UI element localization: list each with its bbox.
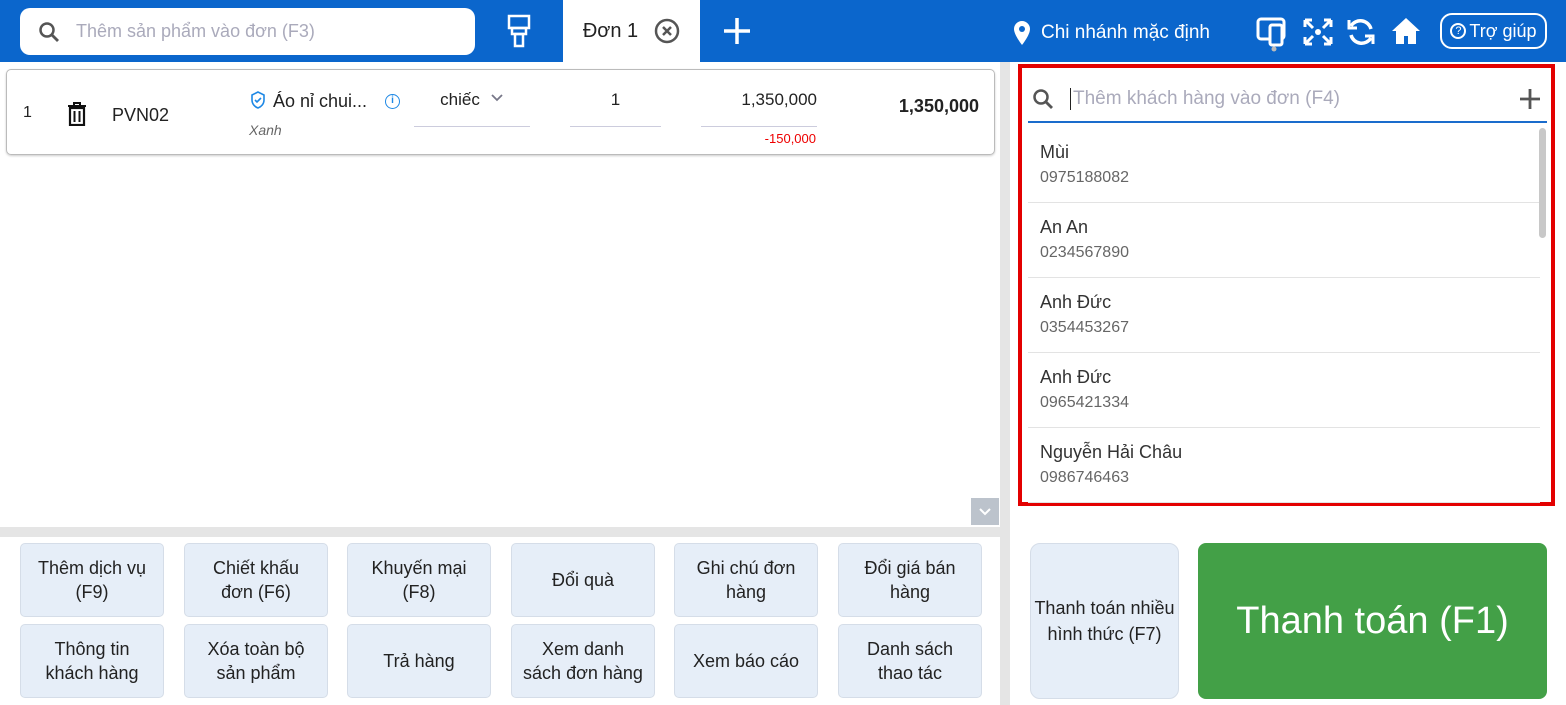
branch-selector[interactable]: Chi nhánh mặc định bbox=[1041, 22, 1210, 44]
section-divider bbox=[0, 527, 1000, 537]
search-icon bbox=[39, 21, 59, 42]
customer-list-item[interactable]: Anh Đức 0965421334 bbox=[1028, 353, 1540, 428]
customer-name: Anh Đức bbox=[1040, 367, 1112, 387]
customer-list-item[interactable]: An An 0234567890 bbox=[1028, 203, 1540, 278]
customer-list-item[interactable]: Anh Đức 0354453267 bbox=[1028, 278, 1540, 353]
action-button[interactable]: Khuyến mại (F8) bbox=[347, 543, 491, 617]
customer-phone: 0234567890 bbox=[1040, 244, 1129, 261]
action-button[interactable]: Xóa toàn bộ sản phẩm bbox=[184, 624, 328, 698]
refresh-icon[interactable] bbox=[1346, 17, 1376, 47]
price-input[interactable]: 1,350,000 bbox=[701, 90, 817, 127]
customer-name: Nguyễn Hải Châu bbox=[1040, 442, 1183, 462]
line-total: 1,350,000 bbox=[898, 96, 979, 116]
discount-amount: -150,000 bbox=[764, 131, 816, 146]
panel-divider[interactable] bbox=[1000, 62, 1010, 705]
action-button[interactable]: Xem danh sách đơn hàng bbox=[511, 624, 655, 698]
device-icon[interactable] bbox=[1256, 16, 1288, 52]
product-name[interactable]: Áo nỉ chui... bbox=[273, 91, 367, 112]
customer-name: An An bbox=[1040, 217, 1089, 237]
quantity-input[interactable]: 1 bbox=[570, 90, 661, 127]
info-icon[interactable]: i bbox=[385, 94, 400, 109]
search-icon bbox=[1033, 88, 1053, 109]
close-tab-icon[interactable] bbox=[654, 18, 680, 44]
product-search-input[interactable]: Thêm sản phẩm vào đơn (F3) bbox=[20, 8, 475, 55]
action-button[interactable]: Thông tin khách hàng bbox=[20, 624, 164, 698]
action-button[interactable]: Đổi quà bbox=[511, 543, 655, 617]
pay-button[interactable]: Thanh toán (F1) bbox=[1198, 543, 1547, 699]
add-customer-icon[interactable] bbox=[1519, 88, 1541, 110]
scrollbar[interactable] bbox=[1539, 128, 1546, 238]
action-button[interactable]: Chiết khấu đơn (F6) bbox=[184, 543, 328, 617]
location-icon bbox=[1014, 21, 1030, 45]
action-button[interactable]: Danh sách thao tác bbox=[838, 624, 982, 698]
chevron-down-icon bbox=[979, 507, 991, 515]
customer-list-item[interactable]: Mùi 0975188082 bbox=[1028, 128, 1540, 203]
action-button[interactable]: Thêm dịch vụ (F9) bbox=[20, 543, 164, 617]
action-button[interactable]: Xem báo cáo bbox=[674, 624, 818, 698]
chevron-down-icon bbox=[491, 94, 503, 102]
customer-list-item[interactable]: Nguyễn Hải Châu 0986746463 bbox=[1028, 428, 1540, 503]
brush-icon[interactable] bbox=[506, 14, 532, 48]
delete-icon[interactable] bbox=[67, 102, 87, 126]
shield-check-icon bbox=[251, 91, 265, 109]
collapse-button[interactable] bbox=[971, 498, 999, 525]
fullscreen-icon[interactable] bbox=[1303, 18, 1333, 46]
customer-search-input[interactable]: Thêm khách hàng vào đơn (F4) bbox=[1028, 76, 1547, 123]
action-button[interactable]: Đổi giá bán hàng bbox=[838, 543, 982, 617]
customer-phone: 0354453267 bbox=[1040, 319, 1129, 336]
customer-phone: 0965421334 bbox=[1040, 394, 1129, 411]
unit-select[interactable]: chiếc bbox=[414, 90, 530, 127]
help-icon: ? bbox=[1450, 23, 1467, 39]
customer-name: Anh Đức bbox=[1040, 292, 1112, 312]
multi-payment-button[interactable]: Thanh toán nhiều hình thức (F7) bbox=[1030, 543, 1179, 699]
action-button[interactable]: Ghi chú đơn hàng bbox=[674, 543, 818, 617]
customer-name: Mùi bbox=[1040, 142, 1070, 162]
customer-phone: 0986746463 bbox=[1040, 469, 1129, 486]
action-button[interactable]: Trả hàng bbox=[347, 624, 491, 698]
help-button[interactable]: ? Trợ giúp bbox=[1440, 13, 1547, 49]
order-line-row: 1 PVN02 Áo nỉ chui... i Xanh chiếc 1 1,3… bbox=[6, 69, 995, 155]
tab-order-1[interactable]: Đơn 1 bbox=[563, 0, 700, 62]
customer-phone: 0975188082 bbox=[1040, 169, 1129, 186]
add-tab-icon[interactable] bbox=[722, 16, 752, 46]
home-icon[interactable] bbox=[1390, 16, 1422, 46]
